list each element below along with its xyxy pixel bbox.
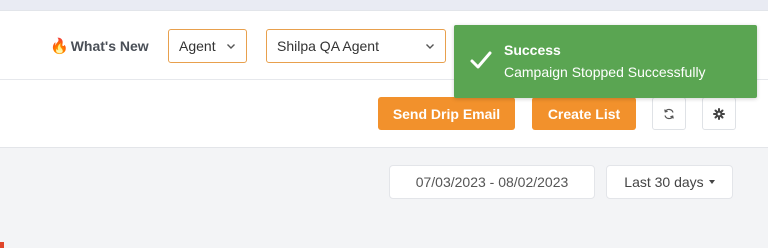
toast-message: Campaign Stopped Successfully <box>504 64 706 80</box>
refresh-icon <box>664 108 674 119</box>
whats-new-link[interactable]: 🔥 What's New <box>50 35 149 57</box>
send-drip-email-button[interactable]: Send Drip Email <box>378 97 515 130</box>
chevron-down-icon <box>426 44 434 49</box>
agent-name-select-value: Shilpa QA Agent <box>277 38 379 54</box>
chevron-down-icon <box>227 44 235 49</box>
period-dropdown-label: Last 30 days <box>624 174 704 190</box>
window-top-strip <box>0 0 768 10</box>
caret-down-icon <box>708 180 715 184</box>
date-range-picker[interactable]: 07/03/2023 - 08/02/2023 <box>389 165 595 199</box>
settings-button[interactable] <box>702 97 736 130</box>
check-icon <box>470 51 492 69</box>
agent-type-select-value: Agent <box>179 38 216 54</box>
fire-icon: 🔥 <box>50 37 69 55</box>
refresh-button[interactable] <box>652 97 686 130</box>
whats-new-label: What's New <box>70 38 149 54</box>
toast-title: Success <box>504 42 561 58</box>
period-dropdown[interactable]: Last 30 days <box>606 165 733 199</box>
success-toast[interactable]: Success Campaign Stopped Successfully <box>454 25 757 98</box>
chart-edge-mark <box>0 242 4 248</box>
gear-icon <box>713 107 725 120</box>
create-list-button[interactable]: Create List <box>532 97 636 130</box>
agent-type-select[interactable]: Agent <box>168 29 247 63</box>
agent-name-select[interactable]: Shilpa QA Agent <box>266 29 446 63</box>
